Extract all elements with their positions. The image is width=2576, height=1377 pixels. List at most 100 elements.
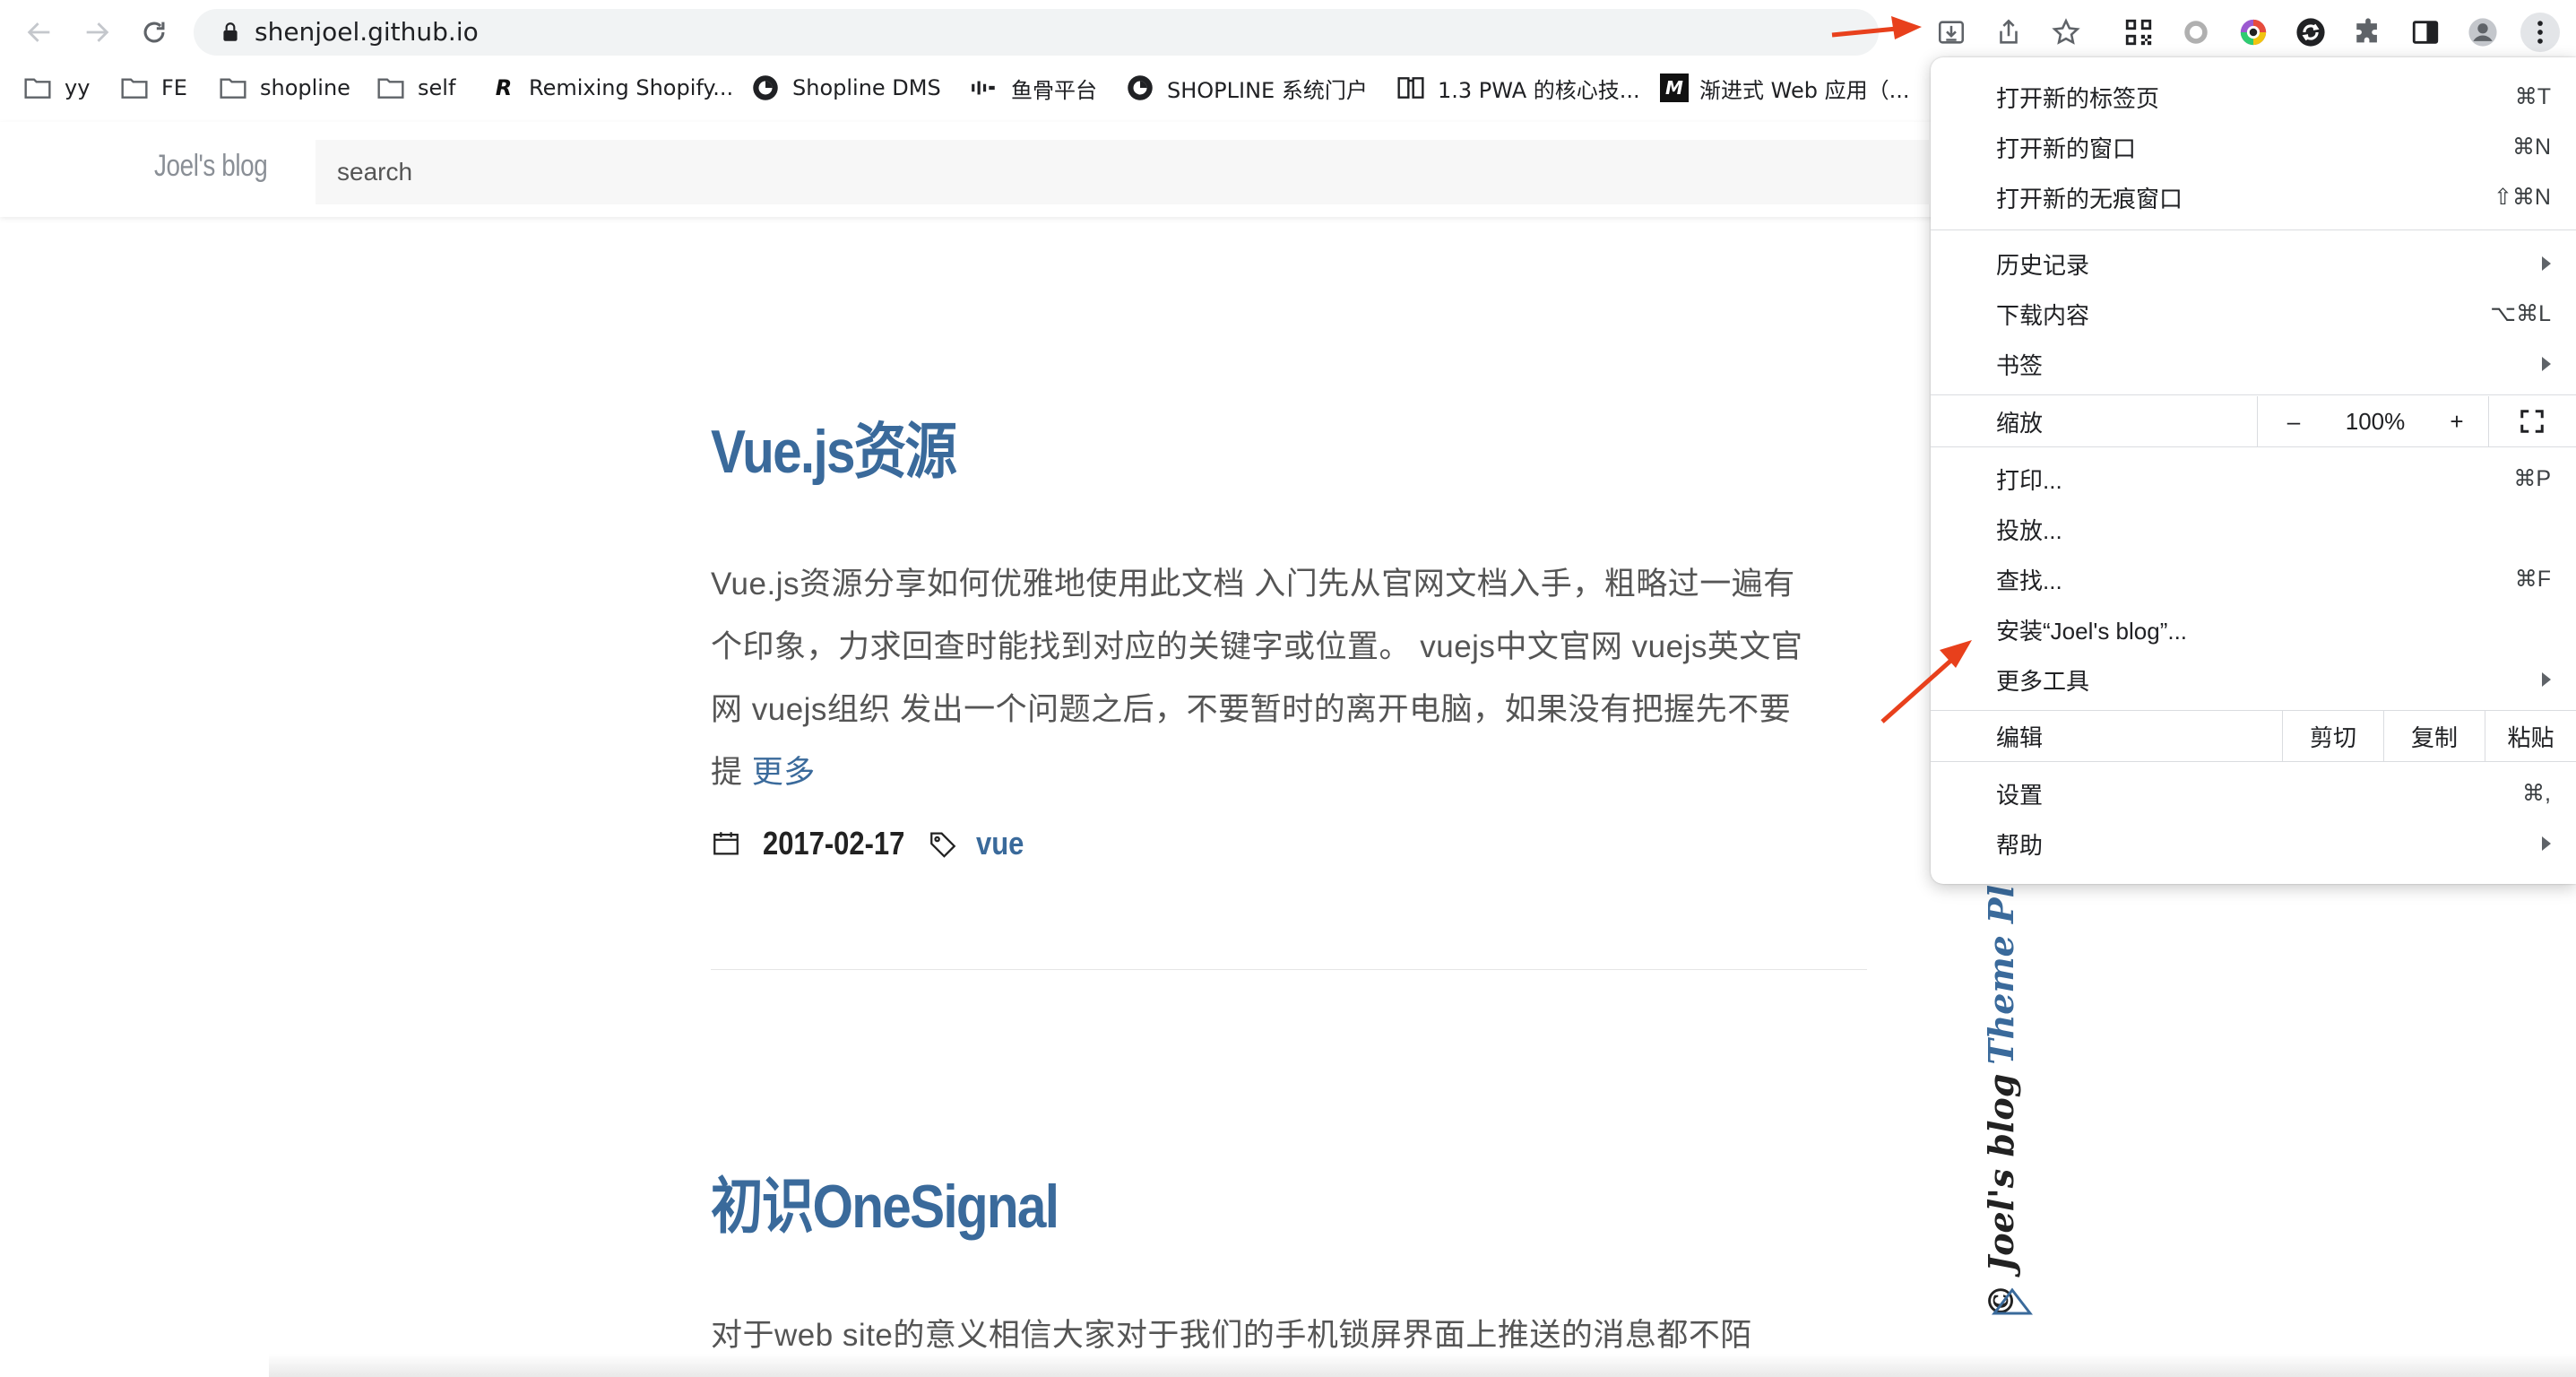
reload-button[interactable] xyxy=(136,14,172,50)
submenu-arrow-icon xyxy=(2542,836,2551,851)
sidebar-credit: © Joel's blog Theme Pln xyxy=(1981,860,2035,1318)
star-icon[interactable] xyxy=(2051,17,2081,48)
zoom-out-button[interactable]: – xyxy=(2262,396,2325,446)
bookmark-pwa-core[interactable]: 1.3 PWA 的核心技... xyxy=(1396,72,1640,104)
bookmark-fishbone[interactable]: 鱼骨平台 xyxy=(970,72,1097,104)
copyright-text: © Joel's blog xyxy=(1981,1073,2021,1318)
excerpt-line: Vue.js资源分享如何优雅地使用此文档 入门先从官网文档入手，粗略过一遍有 xyxy=(711,567,1795,602)
reload-icon xyxy=(143,22,165,43)
shopline-icon xyxy=(1128,75,1153,100)
address-bar[interactable]: shenjoel.github.io xyxy=(194,9,2080,56)
submenu-arrow-icon xyxy=(2542,256,2551,271)
bookmark-folder-yy[interactable]: yy xyxy=(23,72,90,104)
circle-extension-button[interactable] xyxy=(2176,13,2216,52)
menu-item-more-tools[interactable]: 更多工具 xyxy=(1931,654,2576,705)
menu-item-find[interactable]: 查找... ⌘F xyxy=(1931,554,2576,604)
side-panel-icon xyxy=(2412,21,2439,44)
calendar-icon xyxy=(713,832,739,855)
tag-icon xyxy=(930,832,956,858)
chrome-main-menu: 打开新的标签页 ⌘T 打开新的窗口 ⌘N 打开新的无痕窗口 ⇧⌘N 历史记录 下载内容… xyxy=(1931,57,2576,884)
bottom-shade xyxy=(269,1354,2576,1377)
lock-icon xyxy=(223,22,238,41)
book-icon xyxy=(1397,77,1424,99)
qr-code-icon xyxy=(2125,19,2152,46)
share-icon[interactable] xyxy=(1993,17,2024,48)
read-more-link[interactable]: 更多 xyxy=(752,755,816,790)
submenu-arrow-icon xyxy=(2542,357,2551,371)
bookmark-folder-self[interactable]: self xyxy=(376,72,455,104)
post-title[interactable]: Vue.js资源 xyxy=(711,402,1705,490)
bookmark-folder-fe[interactable]: FE xyxy=(120,72,187,104)
avatar-icon xyxy=(2468,18,2497,47)
search-box[interactable] xyxy=(316,140,1929,204)
zoom-level: 100% xyxy=(2345,407,2406,435)
bookmark-shopline-dms[interactable]: Shopline DMS xyxy=(751,72,941,104)
back-button[interactable] xyxy=(22,14,57,50)
color-picker-extension-button[interactable] xyxy=(2234,13,2273,52)
shopline-icon xyxy=(753,75,778,100)
circle-icon xyxy=(2184,21,2208,44)
sync-icon xyxy=(2296,18,2325,47)
menu-item-install-app[interactable]: 安装“Joel's blog”... xyxy=(1931,604,2576,654)
install-app-icon[interactable] xyxy=(1936,17,1967,48)
arrow-right-icon xyxy=(86,22,109,42)
menu-item-downloads[interactable]: 下载内容 ⌥⌘L xyxy=(1931,289,2576,339)
bookmark-shopline-portal[interactable]: SHOPLINE 系统门户 xyxy=(1126,72,1368,104)
bookmark-folder-shopline[interactable]: shopline xyxy=(219,72,350,104)
post-item: 初识OneSignal xyxy=(711,1156,1867,1245)
menu-item-history[interactable]: 历史记录 xyxy=(1931,238,2576,289)
arrow-left-icon xyxy=(27,22,50,42)
menu-item-new-window[interactable]: 打开新的窗口 ⌘N xyxy=(1931,122,2576,172)
back-to-top-icon[interactable] xyxy=(1992,1287,2033,1316)
menu-item-incognito[interactable]: 打开新的无痕窗口 ⇧⌘N xyxy=(1931,172,2576,222)
excerpt-line: 个印象，力求回查时能找到对应的关键字或位置。 vuejs中文官网 vuejs英文… xyxy=(711,629,1803,664)
paste-button[interactable]: 粘贴 xyxy=(2485,711,2576,761)
menu-separator xyxy=(1931,446,2576,447)
post-divider xyxy=(711,969,1867,970)
post-title[interactable]: 初识OneSignal xyxy=(711,1156,1705,1245)
sync-extension-button[interactable] xyxy=(2291,13,2330,52)
extensions-button[interactable] xyxy=(2348,13,2388,52)
remix-icon: R xyxy=(495,75,513,100)
menu-item-help[interactable]: 帮助 xyxy=(1931,818,2576,869)
profile-button[interactable] xyxy=(2463,13,2503,52)
site-logo[interactable]: Joel's blog xyxy=(154,149,268,184)
post-tag[interactable]: vue xyxy=(976,825,1024,862)
submenu-arrow-icon xyxy=(2542,672,2551,687)
side-panel-button[interactable] xyxy=(2406,13,2445,52)
kebab-menu-icon xyxy=(2537,21,2543,44)
forward-button[interactable] xyxy=(79,14,115,50)
menu-item-edit: 编辑 剪切 复制 粘贴 xyxy=(1931,711,2576,761)
post-date: 2017-02-17 xyxy=(763,825,905,862)
menu-item-zoom: 缩放 – 100% + xyxy=(1931,396,2576,446)
search-input[interactable] xyxy=(316,140,1929,204)
menu-item-bookmarks[interactable]: 书签 xyxy=(1931,339,2576,389)
fishbone-icon xyxy=(972,81,995,95)
menu-separator xyxy=(1931,761,2576,762)
zoom-in-button[interactable]: + xyxy=(2425,396,2488,446)
folder-icon xyxy=(377,78,404,99)
cut-button[interactable]: 剪切 xyxy=(2283,711,2383,761)
menu-item-new-tab[interactable]: 打开新的标签页 ⌘T xyxy=(1931,72,2576,122)
bookmark-pwa-mdn[interactable]: M 渐进式 Web 应用（... xyxy=(1660,72,1909,104)
menu-item-print[interactable]: 打印... ⌘P xyxy=(1931,454,2576,504)
copy-button[interactable]: 复制 xyxy=(2384,711,2485,761)
excerpt-line: 网 vuejs组织 发出一个问题之后，不要暂时的离开电脑，如果没有把握先不要 xyxy=(711,692,1792,727)
menu-separator xyxy=(1931,394,2576,395)
folder-icon xyxy=(24,78,51,99)
mdn-icon: M xyxy=(1660,74,1689,102)
menu-item-settings[interactable]: 设置 ⌘, xyxy=(1931,768,2576,818)
chrome-menu-button[interactable] xyxy=(2520,13,2560,52)
post-meta: 2017-02-17 vue xyxy=(711,825,1867,862)
bookmark-remixing-shopify[interactable]: R Remixing Shopify... xyxy=(489,72,733,104)
qr-code-extension-button[interactable] xyxy=(2119,13,2158,52)
theme-link[interactable]: Theme Pln xyxy=(1981,860,2021,1064)
folder-icon xyxy=(121,78,148,99)
url-text: shenjoel.github.io xyxy=(255,17,479,47)
color-wheel-icon xyxy=(2240,19,2267,46)
folder-icon xyxy=(220,78,246,99)
menu-item-cast[interactable]: 投放... xyxy=(1931,504,2576,554)
browser-toolbar: shenjoel.github.io xyxy=(0,0,2576,65)
fullscreen-icon[interactable] xyxy=(2519,408,2546,435)
puzzle-icon xyxy=(2356,18,2377,43)
